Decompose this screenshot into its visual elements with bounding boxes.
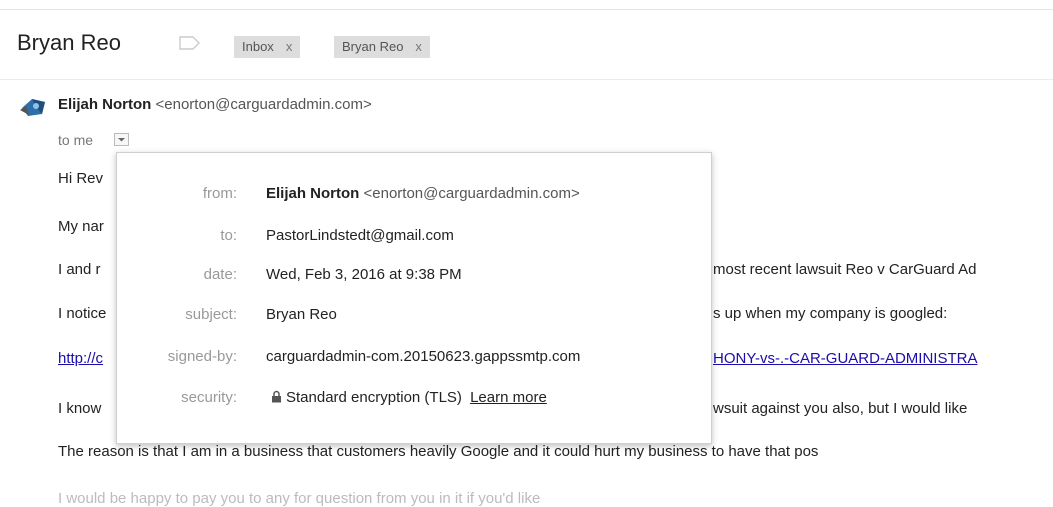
body-line: I notice — [58, 305, 107, 322]
detail-row-date: date: Wed, Feb 3, 2016 at 9:38 PM — [117, 266, 711, 290]
detail-label: signed-by: — [167, 348, 237, 365]
body-line-continuation: most recent lawsuit Reo v CarGuard Ad — [713, 261, 977, 278]
body-line-partial: I would be happy to pay you to any for q… — [58, 490, 541, 507]
detail-value: Wed, Feb 3, 2016 at 9:38 PM — [266, 266, 462, 283]
body-line: Hi Rev — [58, 170, 104, 187]
detail-value: Standard encryption (TLS) Learn more — [271, 389, 547, 406]
detail-value: PastorLindstedt@gmail.com — [266, 227, 454, 244]
label-chip-bryan-reo[interactable]: Bryan Reo x — [334, 36, 430, 58]
detail-label: from: — [202, 185, 237, 202]
top-divider — [0, 0, 1053, 10]
detail-from-email: <enorton@carguardadmin.com> — [363, 185, 580, 202]
body-line-continuation: s up when my company is googled: — [713, 305, 948, 322]
detail-row-security: security: Standard encryption (TLS) Lear… — [117, 389, 711, 413]
sender-name: Elijah Norton — [58, 96, 152, 113]
detail-row-from: from: Elijah Norton <enorton@carguardadm… — [117, 185, 711, 209]
body-line: The reason is that I am in a business th… — [58, 443, 819, 460]
learn-more-link[interactable]: Learn more — [470, 389, 547, 406]
show-details-button[interactable] — [114, 133, 129, 146]
label-chip-text: Bryan Reo — [342, 39, 404, 54]
detail-row-signed-by: signed-by: carguardadmin-com.20150623.ga… — [117, 348, 711, 372]
detail-label: to: — [220, 227, 237, 244]
detail-from-name: Elijah Norton — [266, 185, 360, 202]
chevron-down-icon — [118, 138, 125, 142]
label-tag-icon[interactable] — [179, 36, 201, 50]
remove-label-icon[interactable]: x — [286, 39, 293, 54]
message-details-popup: from: Elijah Norton <enorton@carguardadm… — [116, 152, 712, 444]
body-link-continuation[interactable]: HONY-vs-.-CAR-GUARD-ADMINISTRA — [713, 350, 977, 367]
detail-label: security: — [181, 389, 237, 406]
body-line: I know — [58, 400, 102, 417]
lock-icon — [272, 390, 281, 403]
body-line-continuation: wsuit against you also, but I would like — [713, 400, 968, 417]
detail-label: date: — [203, 266, 237, 283]
subject-bar: Bryan Reo Inbox x Bryan Reo x — [0, 24, 1053, 68]
detail-value: carguardadmin-com.20150623.gappssmtp.com — [266, 348, 581, 365]
body-line: My nar — [58, 218, 104, 235]
detail-row-subject: subject: Bryan Reo — [117, 306, 711, 330]
sender-avatar — [20, 99, 45, 116]
detail-row-to: to: PastorLindstedt@gmail.com — [117, 227, 711, 251]
label-chip-inbox[interactable]: Inbox x — [234, 36, 301, 58]
detail-value: Elijah Norton <enorton@carguardadmin.com… — [266, 185, 580, 202]
sender-email: <enorton@carguardadmin.com> — [155, 96, 372, 113]
thread-subject: Bryan Reo — [17, 30, 121, 55]
label-chip-text: Inbox — [242, 39, 274, 54]
security-text: Standard encryption (TLS) — [286, 389, 462, 406]
header-divider — [0, 79, 1053, 80]
detail-label: subject: — [185, 306, 237, 323]
body-link[interactable]: http://c — [58, 350, 103, 367]
remove-label-icon[interactable]: x — [415, 39, 422, 54]
body-line: I and r — [58, 261, 101, 278]
sender-line[interactable]: Elijah Norton <enorton@carguardadmin.com… — [58, 96, 372, 113]
detail-value: Bryan Reo — [266, 306, 337, 323]
recipient-line: to me — [58, 132, 94, 148]
